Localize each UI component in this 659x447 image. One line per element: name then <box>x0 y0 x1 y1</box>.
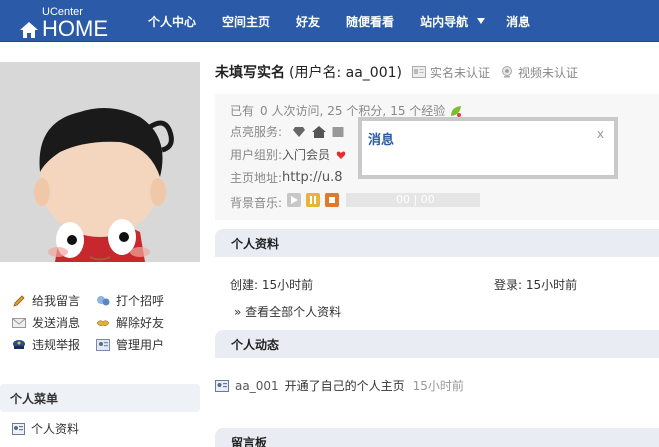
unfriend-label: 解除好友 <box>116 316 165 330</box>
stats-prefix: 已有 <box>230 104 255 118</box>
main-nav: 个人中心 空间主页 好友 随便看看 站内导航 消息 <box>135 0 543 42</box>
send-message-label: 发送消息 <box>32 316 81 330</box>
personal-menu-title: 个人菜单 <box>0 384 200 412</box>
pause-button[interactable] <box>306 193 320 207</box>
group-value: 入门会员 <box>282 148 331 162</box>
section-profile-info-title: 个人资料 <box>215 229 659 257</box>
user-card-icon <box>96 338 110 351</box>
group-label: 用户组别: <box>230 148 283 162</box>
profile-actions: 给我留言 打个招呼 发送消息 解除好友 违规举报 管理用户 <box>0 280 200 360</box>
group-line: 用户组别: 入门会员 <box>230 146 346 163</box>
send-message-button[interactable]: 发送消息 <box>12 314 80 331</box>
profile-card-icon <box>215 379 229 392</box>
unfriend-button[interactable]: 解除好友 <box>96 314 164 331</box>
music-player: 00 | 00 <box>287 193 480 207</box>
close-icon[interactable]: x <box>597 127 604 141</box>
realname-verification[interactable]: 实名未认证 <box>411 64 490 81</box>
message-popup-title: 消息 <box>368 133 395 148</box>
manage-user-label: 管理用户 <box>116 338 165 352</box>
nav-space-home[interactable]: 空间主页 <box>209 13 283 30</box>
section-feed-title: 个人动态 <box>215 330 659 358</box>
nav-browse[interactable]: 随便看看 <box>333 13 407 30</box>
handshake-icon <box>96 316 110 329</box>
real-name: 未填写实名 <box>215 65 285 81</box>
services-label: 点亮服务: <box>230 125 283 139</box>
created-time: 创建: 15小时前 <box>230 278 314 292</box>
manage-user-button[interactable]: 管理用户 <box>96 336 164 353</box>
play-button[interactable] <box>287 193 301 207</box>
police-cap-icon <box>12 338 26 351</box>
nav-site-navigation[interactable]: 站内导航 <box>407 13 481 30</box>
music-progress-bar[interactable]: 00 | 00 <box>346 193 480 207</box>
card-icon[interactable] <box>332 126 344 138</box>
leaf-icon <box>451 105 462 117</box>
report-button[interactable]: 违规举报 <box>12 336 80 353</box>
nav-friends[interactable]: 好友 <box>283 13 333 30</box>
site-logo[interactable]: UCenter HOME <box>20 4 120 41</box>
profile-card-icon <box>12 422 25 435</box>
message-popup: 消息 x <box>358 117 618 179</box>
leave-message-button[interactable]: 给我留言 <box>12 292 80 309</box>
pencil-icon <box>12 294 26 307</box>
nav-personal-center[interactable]: 个人中心 <box>135 13 209 30</box>
services-line: 点亮服务: <box>230 123 344 140</box>
personal-menu-item-profile[interactable]: 个人资料 <box>12 420 79 437</box>
report-label: 违规举报 <box>32 338 81 352</box>
leave-message-label: 给我留言 <box>32 294 81 308</box>
section-guestbook-title: 留言板 <box>215 428 659 447</box>
music-label: 背景音乐: <box>230 196 283 210</box>
envelope-icon <box>12 316 26 329</box>
profile-name-row: 未填写实名 (用户名: aa_001) 实名未认证 视频未认证 <box>215 62 578 82</box>
heart-icon <box>336 151 346 159</box>
chevron-down-icon[interactable] <box>477 18 486 24</box>
play-icon <box>291 196 298 204</box>
username: (用户名: aa_001) <box>289 65 402 81</box>
music-time: 00 | 00 <box>396 193 435 206</box>
webcam-icon <box>502 66 512 78</box>
avatar[interactable] <box>0 62 200 262</box>
message-popup-body: 消息 x <box>362 121 614 175</box>
homepage-line: 主页地址: http://u.8 <box>230 169 343 186</box>
personal-menu-item-label: 个人资料 <box>31 422 80 436</box>
music-line: 背景音乐: <box>230 194 282 211</box>
homepage-link[interactable]: http://u.8 <box>282 170 342 185</box>
top-navbar: UCenter HOME 个人中心 空间主页 好友 随便看看 站内导航 消息 <box>0 0 659 42</box>
id-card-icon <box>411 66 426 78</box>
feed-text: 开通了自己的个人主页 <box>284 379 405 393</box>
realname-status: 实名未认证 <box>429 65 490 80</box>
video-status: 视频未认证 <box>518 65 579 80</box>
home-icon <box>20 22 38 38</box>
view-all-profile-link[interactable]: » 查看全部个人资料 <box>234 303 341 320</box>
feed-item: aa_001 开通了自己的个人主页 15小时前 <box>215 377 464 394</box>
logo-home-text: HOME <box>42 16 108 41</box>
pause-icon <box>310 196 316 204</box>
feed-user-link[interactable]: aa_001 <box>235 379 279 393</box>
nav-messages[interactable]: 消息 <box>493 13 543 30</box>
homepage-label: 主页地址: <box>230 171 283 185</box>
greet-button[interactable]: 打个招呼 <box>96 292 164 309</box>
diamond-icon[interactable] <box>292 126 306 138</box>
login-time: 登录: 15小时前 <box>494 278 578 292</box>
avatar-cartoon-image <box>0 62 200 262</box>
stop-button[interactable] <box>325 193 339 207</box>
feed-time: 15小时前 <box>412 379 464 393</box>
poke-icon <box>96 294 110 307</box>
stop-icon <box>329 197 335 203</box>
stats-visits: 0 人次访问, <box>260 104 324 118</box>
video-verification[interactable]: 视频未认证 <box>500 64 578 81</box>
house-icon[interactable] <box>312 125 327 138</box>
greet-label: 打个招呼 <box>116 294 165 308</box>
